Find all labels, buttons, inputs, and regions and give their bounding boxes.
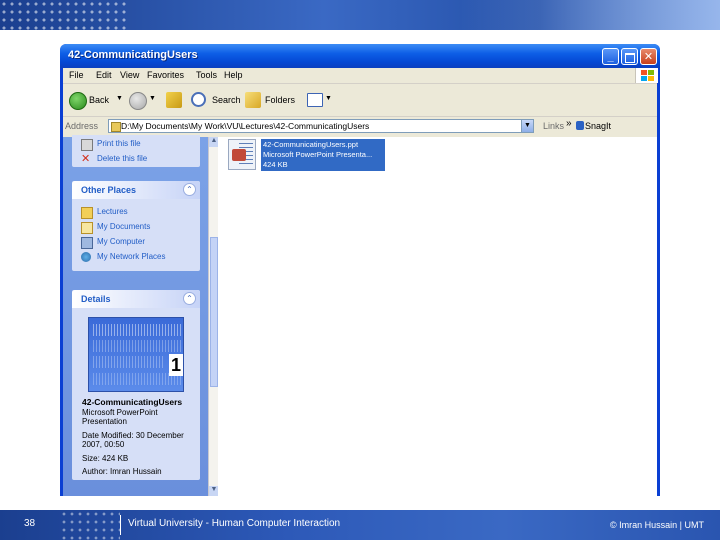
links-label[interactable]: Links: [543, 121, 564, 131]
maximize-button[interactable]: [621, 48, 638, 65]
address-input[interactable]: [121, 120, 516, 132]
thumbnail-number: 1: [169, 354, 183, 376]
search-icon[interactable]: [191, 92, 206, 107]
menu-edit[interactable]: Edit: [96, 70, 112, 80]
menu-bar: File Edit View Favorites Tools Help: [63, 68, 658, 84]
details-file-name: 42-CommunicatingUsers: [82, 397, 183, 407]
search-button[interactable]: Search: [212, 95, 241, 105]
file-size: 424 KB: [263, 160, 288, 169]
footer-separator: [120, 515, 121, 535]
details-text: 42-CommunicatingUsers Microsoft PowerPoi…: [82, 397, 200, 477]
details-file-type: Microsoft PowerPoint Presentation: [82, 407, 158, 427]
slide-thumbnail: 1: [88, 317, 184, 392]
printer-icon: [81, 139, 93, 151]
slide-credit: © Imran Hussain | UMT: [610, 520, 704, 530]
details-author: Author: Imran Hussain: [82, 467, 162, 476]
scroll-thumb[interactable]: [210, 237, 218, 387]
details-header[interactable]: Details ⌃: [72, 290, 200, 308]
close-button[interactable]: ✕: [640, 48, 657, 65]
slide-header-banner: [0, 0, 720, 30]
menu-favorites[interactable]: Favorites: [147, 70, 184, 80]
delete-x-icon: ✕: [81, 153, 91, 165]
chevron-right-icon[interactable]: »: [566, 118, 572, 129]
footer-dot-pattern: [60, 510, 120, 540]
file-list: 42-CommunicatingUsers.ppt Microsoft Powe…: [218, 137, 657, 496]
address-dropdown-button[interactable]: ▼: [521, 119, 534, 133]
back-button[interactable]: Back: [89, 95, 109, 105]
place-my-computer[interactable]: My Computer: [72, 235, 200, 250]
my-computer-icon: [81, 237, 93, 249]
task-delete-file[interactable]: ✕ Delete this file: [72, 152, 200, 167]
snagit-icon: [576, 121, 584, 130]
snagit-button[interactable]: SnagIt: [585, 121, 611, 131]
folder-icon: [111, 122, 121, 132]
file-tasks-panel: Print this file ✕ Delete this file: [72, 135, 200, 167]
folder-icon: [81, 207, 93, 219]
window-titlebar[interactable]: 42-CommunicatingUsers _ ✕: [60, 44, 660, 68]
views-dropdown-icon[interactable]: ▼: [325, 95, 332, 102]
powerpoint-file-icon[interactable]: [228, 139, 256, 170]
task-print-file[interactable]: Print this file: [72, 137, 200, 152]
views-icon[interactable]: [307, 93, 323, 107]
other-places-title: Other Places: [81, 185, 137, 195]
header-glow: [460, 0, 720, 30]
back-arrow-icon[interactable]: [69, 92, 87, 110]
file-type: Microsoft PowerPoint Presenta...: [263, 150, 373, 159]
forward-dropdown-icon[interactable]: ▼: [149, 95, 156, 102]
details-panel: Details ⌃ 1 42-CommunicatingUsers Micros…: [72, 290, 200, 480]
menu-file[interactable]: File: [69, 70, 84, 80]
other-places-header[interactable]: Other Places ⌃: [72, 181, 200, 199]
folders-button[interactable]: Folders: [265, 95, 295, 105]
place-lectures[interactable]: Lectures: [72, 205, 200, 220]
details-size: Size: 424 KB: [82, 453, 129, 463]
address-label: Address: [65, 121, 99, 131]
menu-tools[interactable]: Tools: [196, 70, 217, 80]
place-my-network[interactable]: My Network Places: [72, 250, 200, 265]
my-documents-icon: [81, 222, 93, 234]
task-pane: Print this file ✕ Delete this file Other…: [63, 135, 219, 496]
back-dropdown-icon[interactable]: ▼: [116, 95, 123, 102]
address-field[interactable]: [108, 119, 533, 133]
minimize-button[interactable]: _: [602, 48, 619, 65]
file-name: 42-CommunicatingUsers.ppt: [263, 140, 359, 149]
explorer-window: 42-CommunicatingUsers _ ✕ File Edit View…: [60, 44, 660, 496]
menu-view[interactable]: View: [120, 70, 139, 80]
details-title: Details: [81, 294, 111, 304]
network-globe-icon: [81, 252, 91, 262]
menu-help[interactable]: Help: [224, 70, 243, 80]
place-my-documents[interactable]: My Documents: [72, 220, 200, 235]
list-item[interactable]: 42-CommunicatingUsers.ppt Microsoft Powe…: [228, 139, 388, 171]
other-places-panel: Other Places ⌃ Lectures My Documents My …: [72, 181, 200, 271]
slide-footer-text: Virtual University - Human Computer Inte…: [128, 518, 341, 529]
file-label[interactable]: 42-CommunicatingUsers.ppt Microsoft Powe…: [261, 139, 385, 171]
folders-icon[interactable]: [245, 92, 261, 108]
header-dot-pattern: [0, 0, 130, 30]
collapse-icon[interactable]: ⌃: [183, 292, 196, 305]
up-folder-icon[interactable]: [166, 92, 182, 108]
collapse-icon[interactable]: ⌃: [183, 183, 196, 196]
window-client: File Edit View Favorites Tools Help Back…: [63, 68, 658, 496]
content-area: Print this file ✕ Delete this file Other…: [63, 135, 657, 496]
standard-toolbar: Back ▼ ▼ Search Folders ▼: [63, 84, 657, 117]
address-bar: Address ▼ Links » SnagIt: [63, 117, 657, 136]
window-title: 42-CommunicatingUsers: [68, 49, 198, 61]
windows-logo-icon: [635, 68, 658, 83]
slide-number: 38: [24, 518, 36, 529]
forward-arrow-icon[interactable]: [129, 92, 147, 110]
slide-footer-banner: 38 Virtual University - Human Computer I…: [0, 510, 720, 540]
details-modified: Date Modified: 30 December 2007, 00:50: [82, 430, 184, 450]
